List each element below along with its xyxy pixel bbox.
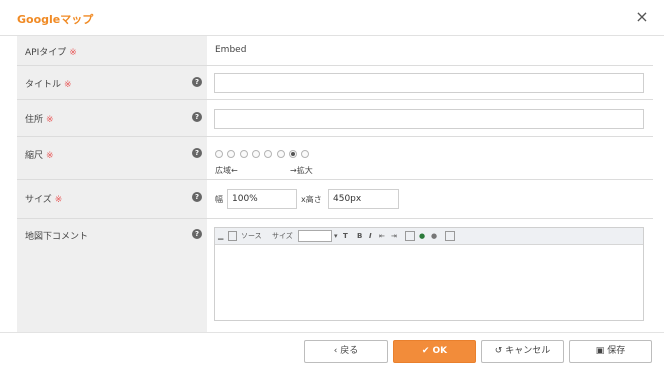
api-type-value: Embed — [215, 45, 247, 55]
row-title: タイトル ※ ? — [17, 66, 653, 100]
required-mark: ※ — [69, 48, 77, 58]
toolbar-source-button[interactable]: ソース — [241, 231, 262, 241]
required-mark: ※ — [54, 195, 63, 205]
cancel-button[interactable]: ↺ キャンセル — [481, 340, 564, 363]
chevron-down-icon[interactable]: ▾ — [334, 231, 338, 241]
api-type-label: APIタイプ — [25, 48, 67, 58]
width-label: 幅 — [215, 195, 223, 204]
title-input[interactable] — [214, 73, 644, 93]
row-api-type: APIタイプ ※ Embed — [17, 36, 653, 66]
help-icon[interactable]: ? — [192, 112, 202, 122]
text-color-icon[interactable]: T — [343, 231, 348, 241]
scale-radio-option[interactable] — [239, 150, 248, 158]
row-scale: 縮尺 ※ ? 広域← →拡大 — [17, 137, 653, 180]
help-icon[interactable]: ? — [192, 148, 202, 158]
row-comment: 地図下コメント ? ▁ ソース サイズ ▾ T B I ⇤ ⇥ ● ● — [17, 219, 653, 332]
save-icon: ▣ — [595, 346, 605, 356]
height-label: x高さ — [301, 195, 322, 204]
help-icon[interactable]: ? — [192, 77, 202, 87]
required-mark: ※ — [46, 151, 54, 161]
comment-label: 地図下コメント — [25, 232, 89, 242]
scale-max-label: →拡大 — [290, 166, 313, 175]
address-input[interactable] — [214, 109, 644, 129]
help-icon[interactable]: ? — [192, 229, 202, 239]
back-button[interactable]: ‹ 戻る — [304, 340, 388, 363]
toolbar-collapse-icon[interactable]: ▁ — [218, 231, 223, 241]
dialog-title: Googleマップ — [17, 13, 94, 26]
italic-icon[interactable]: I — [369, 231, 372, 241]
row-size: サイズ※ ? 幅 x高さ — [17, 180, 653, 219]
image-icon[interactable] — [445, 231, 455, 241]
required-mark: ※ — [64, 80, 72, 90]
indent-icon[interactable]: ⇥ — [391, 231, 397, 241]
scale-radio-option[interactable] — [264, 150, 273, 158]
scale-min-label: 広域← — [215, 166, 238, 175]
undo-icon: ↺ — [494, 346, 503, 356]
editor-toolbar: ▁ ソース サイズ ▾ T B I ⇤ ⇥ ● ● — [215, 228, 643, 245]
bold-icon[interactable]: B — [357, 231, 362, 241]
dialog-header: Googleマップ × — [0, 0, 664, 36]
outdent-icon[interactable]: ⇤ — [379, 231, 385, 241]
scale-radio-option[interactable] — [215, 150, 223, 158]
save-button[interactable]: ▣ 保存 — [569, 340, 652, 363]
height-input[interactable] — [328, 189, 399, 209]
scale-label: 縮尺 — [25, 151, 44, 161]
scale-radio-option[interactable] — [227, 150, 236, 158]
ok-button[interactable]: ✔ OK — [393, 340, 476, 363]
font-size-select[interactable] — [298, 230, 332, 242]
scale-radio-option[interactable] — [276, 150, 285, 158]
scale-radio-option[interactable] — [288, 150, 297, 158]
unlink-icon[interactable]: ● — [431, 231, 437, 241]
scale-radio-option[interactable] — [251, 150, 260, 158]
source-icon[interactable] — [228, 231, 237, 241]
width-input[interactable] — [227, 189, 297, 209]
required-mark: ※ — [46, 115, 54, 125]
google-map-dialog: Googleマップ × APIタイプ ※ Embed タイトル ※ ? 住所 ※… — [0, 0, 664, 369]
toolbar-size-label: サイズ — [272, 232, 293, 240]
address-label: 住所 — [25, 115, 44, 125]
link-icon[interactable]: ● — [419, 231, 425, 241]
row-address: 住所 ※ ? — [17, 100, 653, 137]
dialog-footer: ‹ 戻る ✔ OK ↺ キャンセル ▣ 保存 — [0, 332, 664, 369]
help-icon[interactable]: ? — [192, 192, 202, 202]
map-form: APIタイプ ※ Embed タイトル ※ ? 住所 ※ ? 縮尺 ※ ? 広域… — [17, 36, 653, 332]
size-label: サイズ — [25, 195, 52, 205]
scale-radio-option[interactable] — [301, 150, 310, 158]
close-icon[interactable]: × — [634, 8, 650, 26]
check-circle-icon: ✔ — [421, 346, 430, 356]
rich-text-editor[interactable]: ▁ ソース サイズ ▾ T B I ⇤ ⇥ ● ● — [214, 227, 644, 321]
chevron-left-icon: ‹ — [333, 346, 338, 356]
title-label: タイトル — [25, 80, 62, 90]
table-icon[interactable] — [405, 231, 415, 241]
